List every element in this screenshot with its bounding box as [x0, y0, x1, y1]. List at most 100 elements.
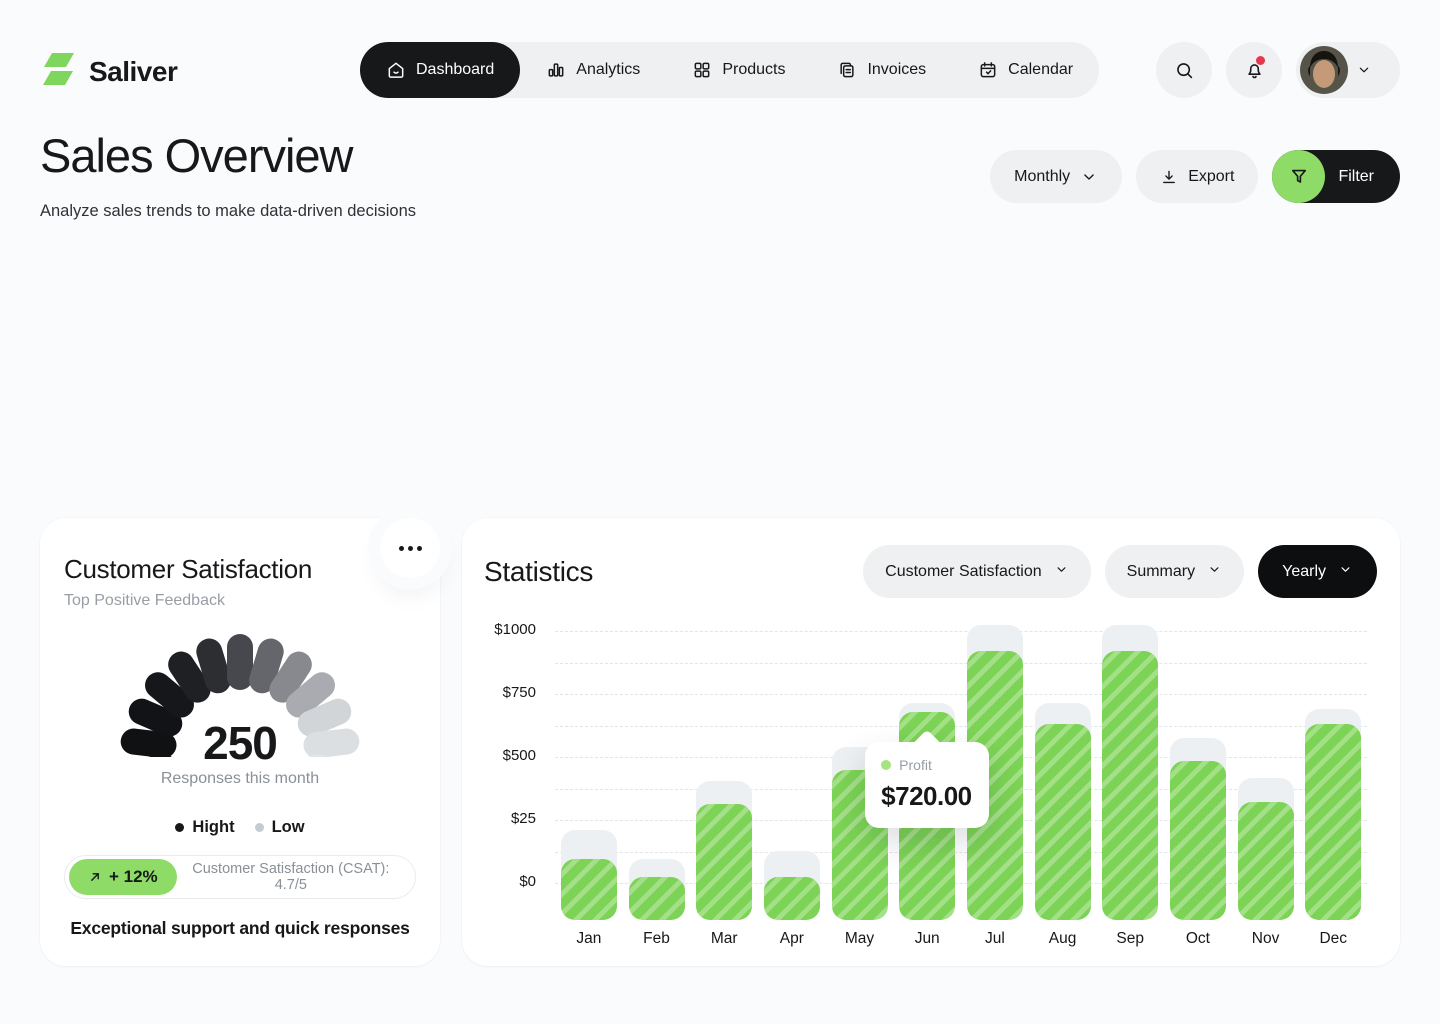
bar-profit-oct[interactable] [1170, 761, 1226, 920]
tooltip-series-label: Profit [899, 757, 932, 773]
bar-profit-nov[interactable] [1238, 802, 1294, 921]
x-axis-label: Aug [1029, 930, 1097, 948]
nav-item-label: Calendar [1008, 61, 1073, 79]
bar-profit-mar[interactable] [696, 804, 752, 920]
legend-dot-icon [255, 823, 264, 832]
profile-menu[interactable] [1296, 42, 1400, 98]
chart-tooltip: Profit $720.00 [865, 742, 989, 828]
filter-button[interactable]: Filter [1272, 150, 1400, 203]
download-icon [1160, 168, 1178, 186]
chart-slot-feb: Feb [623, 631, 691, 920]
chart-slot-aug: Aug [1029, 631, 1097, 920]
bar-profit-apr[interactable] [764, 877, 820, 920]
legend-item-low: Low [255, 818, 305, 837]
stats-filter-summary[interactable]: Summary [1105, 545, 1244, 598]
statistics-title: Statistics [484, 556, 593, 588]
csat-footer-text: Exceptional support and quick responses [40, 918, 440, 939]
dots-icon [408, 546, 413, 551]
csat-card-title: Customer Satisfaction [64, 554, 312, 585]
nav-item-products[interactable]: Products [666, 42, 811, 98]
x-axis-label: Mar [690, 930, 758, 948]
y-axis-tick: $500 [462, 747, 536, 764]
calendar-icon [978, 60, 998, 80]
period-select-label: Monthly [1014, 168, 1070, 186]
chevron-down-icon [1356, 62, 1372, 78]
stats-filter-yearly[interactable]: Yearly [1258, 545, 1377, 598]
filter-label: Filter [1338, 168, 1374, 186]
stats-filter-customer-satisfaction[interactable]: Customer Satisfaction [863, 545, 1091, 598]
page-header: Sales Overview Analyze sales trends to m… [40, 128, 1400, 221]
x-axis-label: Sep [1096, 930, 1164, 948]
notifications-button[interactable] [1226, 42, 1282, 98]
chevron-down-icon [1338, 562, 1353, 582]
tooltip-value: $720.00 [881, 781, 973, 812]
cards-row: Customer Satisfaction Top Positive Feedb… [40, 518, 1400, 966]
x-axis-label: Feb [623, 930, 691, 948]
analytics-icon [546, 60, 566, 80]
top-actions [1156, 42, 1400, 98]
bar-profit-jan[interactable] [561, 859, 617, 920]
bar-chart: Profit $720.00 JanFebMarAprMayJunJulAugS… [555, 631, 1367, 920]
header-actions: Monthly Export Filter [990, 150, 1400, 203]
nav-item-invoices[interactable]: Invoices [811, 42, 952, 98]
bar-profit-aug[interactable] [1035, 724, 1091, 921]
statistics-filters: Customer Satisfaction Summary Yearly [863, 545, 1377, 598]
dots-icon [399, 546, 404, 551]
dashboard-page: Saliver Dashboard Analytics Products Invoic… [0, 0, 1440, 1024]
search-button[interactable] [1156, 42, 1212, 98]
y-axis-tick: $1000 [462, 621, 536, 638]
brand-logo-icon [40, 50, 78, 93]
stats-filter-label: Yearly [1282, 563, 1326, 581]
trend-badge: + 12% [69, 859, 177, 895]
trend-value: + 12% [109, 867, 158, 887]
export-button[interactable]: Export [1136, 150, 1258, 203]
chart-slot-mar: Mar [690, 631, 758, 920]
chart-slot-nov: Nov [1232, 631, 1300, 920]
chevron-down-icon [1054, 562, 1069, 582]
csat-score-text: Customer Satisfaction (CSAT): 4.7/5 [177, 861, 415, 893]
x-axis-label: Dec [1299, 930, 1367, 948]
x-axis-label: Jun [893, 930, 961, 948]
chart-slot-dec: Dec [1299, 631, 1367, 920]
legend-dot-icon [175, 823, 184, 832]
period-select[interactable]: Monthly [990, 150, 1122, 203]
legend-item-hight: Hight [175, 818, 234, 837]
statistics-card: Statistics Customer Satisfaction Summary Y… [462, 518, 1400, 966]
x-axis-label: Oct [1164, 930, 1232, 948]
main-nav: Dashboard Analytics Products Invoices Calend… [360, 42, 1099, 98]
gauge-segment [227, 634, 253, 690]
nav-item-dashboard[interactable]: Dashboard [360, 42, 520, 98]
x-axis-label: Apr [758, 930, 826, 948]
bar-profit-feb[interactable] [629, 877, 685, 920]
y-axis-tick: $0 [462, 873, 536, 890]
csat-score-row: + 12% Customer Satisfaction (CSAT): 4.7/… [64, 855, 416, 899]
x-axis-label: May [826, 930, 894, 948]
filter-icon-circle [1272, 150, 1325, 203]
chevron-down-icon [1080, 168, 1098, 186]
chart-slot-apr: Apr [758, 631, 826, 920]
bar-profit-sep[interactable] [1102, 651, 1158, 920]
x-axis-label: Jan [555, 930, 623, 948]
chart-slot-sep: Sep [1096, 631, 1164, 920]
gauge-caption: Responses this month [40, 770, 440, 788]
nav-item-calendar[interactable]: Calendar [952, 42, 1099, 98]
tooltip-series-dot [881, 760, 891, 770]
stats-filter-label: Summary [1127, 563, 1195, 581]
invoices-icon [837, 60, 857, 80]
stats-filter-label: Customer Satisfaction [885, 563, 1042, 581]
y-axis-tick: $750 [462, 684, 536, 701]
nav-item-label: Products [722, 61, 785, 79]
home-icon [386, 60, 406, 80]
chart-slot-jan: Jan [555, 631, 623, 920]
x-axis-label: Nov [1232, 930, 1300, 948]
search-icon [1174, 60, 1195, 81]
nav-item-analytics[interactable]: Analytics [520, 42, 666, 98]
brand: Saliver [40, 50, 177, 93]
notification-dot [1256, 56, 1265, 65]
nav-item-label: Dashboard [416, 61, 494, 79]
card-menu-button[interactable] [380, 518, 440, 578]
y-axis-tick: $25 [462, 810, 536, 827]
chart-slot-oct: Oct [1164, 631, 1232, 920]
bar-profit-dec[interactable] [1305, 724, 1361, 921]
chevron-down-icon [1207, 562, 1222, 582]
